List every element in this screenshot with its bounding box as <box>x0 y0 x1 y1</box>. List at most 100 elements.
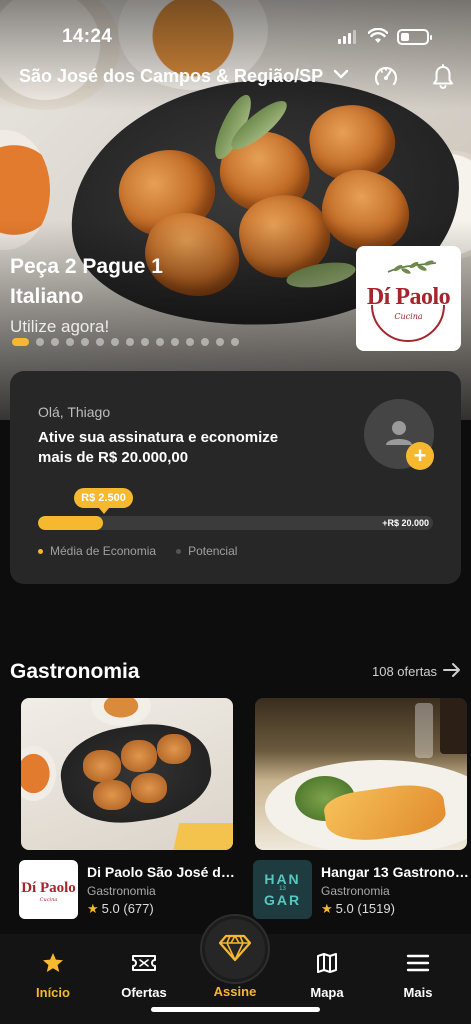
restaurant-logo[interactable]: Dí Paolo Cucina <box>356 246 461 351</box>
savings-max-label: +R$ 20.000 <box>382 518 429 528</box>
status-time: 14:24 <box>62 26 113 47</box>
greeting: Olá, Thiago <box>38 404 111 420</box>
savings-progress-bar: +R$ 20.000 <box>38 516 433 530</box>
subscription-card[interactable]: Olá, Thiago Ative sua assinatura e econo… <box>10 371 461 584</box>
nav-subscribe-button[interactable] <box>202 916 268 982</box>
carousel-pagination[interactable] <box>12 338 239 346</box>
nav-item-label: Mais <box>403 985 433 1000</box>
offer-review-count: (1519) <box>357 901 395 916</box>
legend-average: Média de Economia <box>38 544 156 558</box>
food-item <box>157 734 191 764</box>
carousel-dot[interactable] <box>231 338 239 346</box>
bell-icon[interactable] <box>432 64 454 90</box>
food-item <box>93 780 131 810</box>
map-icon <box>317 953 337 973</box>
carousel-dot[interactable] <box>81 338 89 346</box>
food-item <box>83 750 121 782</box>
side-plate <box>21 746 56 801</box>
nav-item-assine[interactable]: Assine <box>195 984 275 999</box>
offer-card[interactable]: HAN 13 GAR Hangar 13 Gastronomia Gastron… <box>253 698 471 919</box>
side-dish <box>172 823 233 850</box>
food-item <box>131 773 167 803</box>
add-photo-button[interactable]: + <box>406 442 434 470</box>
offer-title: Di Paolo São José dos Campos <box>87 864 237 880</box>
offer-photo[interactable] <box>21 698 233 850</box>
star-icon: ★ <box>321 901 333 916</box>
offer-title: Hangar 13 Gastronomia <box>321 864 471 880</box>
cellular-signal-icon <box>338 30 356 44</box>
carousel-dot[interactable] <box>216 338 224 346</box>
legend-potential: Potencial <box>176 544 237 558</box>
status-bar: 14:24 <box>0 26 471 50</box>
nav-item-label: Mapa <box>310 985 344 1000</box>
glass <box>415 703 433 758</box>
savings-message-line2: mais de R$ 20.000,00 <box>38 449 189 466</box>
promo-title: Peça 2 Pague 1 <box>10 255 163 278</box>
nav-item-inicio[interactable]: Início <box>13 951 93 1000</box>
offer-logo: HAN 13 GAR <box>253 860 312 919</box>
arrow-right-icon[interactable] <box>443 662 461 678</box>
offer-logo-text: Dí Paolo <box>21 880 76 896</box>
diamond-icon <box>219 934 251 962</box>
carousel-dot[interactable] <box>201 338 209 346</box>
carousel-dot[interactable] <box>36 338 44 346</box>
star-icon <box>43 953 63 972</box>
offer-logo-text-top: HAN <box>264 871 301 887</box>
offer-photo[interactable] <box>255 698 467 850</box>
carousel-dot[interactable] <box>186 338 194 346</box>
logo-ring <box>371 305 445 342</box>
offer-review-count: (677) <box>123 901 154 916</box>
savings-current-badge: R$ 2.500 <box>74 488 133 514</box>
nav-item-mais[interactable]: Mais <box>378 951 458 1000</box>
offer-card[interactable]: Dí Paolo Cucina Di Paolo São José dos Ca… <box>19 698 237 919</box>
offer-rating-value: 5.0 <box>335 901 354 916</box>
menu-icon <box>406 954 430 972</box>
nav-item-label: Assine <box>213 984 257 999</box>
savings-message-line1: Ative sua assinatura e economize <box>38 429 279 446</box>
battery-icon <box>397 29 432 45</box>
legend-average-label: Média de Economia <box>50 544 157 558</box>
nav-item-mapa[interactable]: Mapa <box>287 951 367 1000</box>
location-bar: São José dos Campos & Região/SP <box>0 62 471 90</box>
promo-cuisine: Italiano <box>10 285 84 308</box>
offer-rating: ★ 5.0 (677) <box>87 901 154 917</box>
offer-logo-sub: Cucina <box>39 897 58 903</box>
food-board <box>55 716 217 831</box>
carousel-dot[interactable] <box>156 338 164 346</box>
offer-category: Gastronomia <box>321 884 390 898</box>
see-all-offers-link[interactable]: 108 ofertas <box>372 664 437 679</box>
carousel-dot[interactable] <box>141 338 149 346</box>
carousel-dot[interactable] <box>111 338 119 346</box>
nav-item-label: Ofertas <box>121 985 167 1000</box>
carousel-dot[interactable] <box>66 338 74 346</box>
chevron-down-icon[interactable] <box>333 68 349 80</box>
carousel-dot-active[interactable] <box>12 338 29 346</box>
offer-logo-text-bottom: GAR <box>263 892 302 908</box>
home-indicator[interactable] <box>151 1007 320 1012</box>
carousel-dot[interactable] <box>51 338 59 346</box>
hero-top-gradient <box>0 0 471 110</box>
savings-legend: Média de Economia Potencial <box>38 544 237 558</box>
olive-branch-icon <box>387 260 437 274</box>
legend-potential-label: Potencial <box>188 544 238 558</box>
bottle <box>440 698 467 754</box>
food-item <box>121 740 157 772</box>
hero-promo-text[interactable]: Peça 2 Pague 1 Italiano Utilize agora! <box>10 252 163 337</box>
offer-rating-value: 5.0 <box>101 901 120 916</box>
savings-gauge-icon[interactable] <box>373 64 399 90</box>
location-selector[interactable]: São José dos Campos & Região/SP <box>19 66 323 87</box>
ticket-icon <box>132 955 156 971</box>
carousel-dot[interactable] <box>126 338 134 346</box>
offer-rating: ★ 5.0 (1519) <box>321 901 395 917</box>
carousel-dot[interactable] <box>171 338 179 346</box>
savings-progress-fill <box>38 516 104 530</box>
section-title: Gastronomia <box>10 660 140 683</box>
nav-item-label: Início <box>36 985 70 1000</box>
carousel-dot[interactable] <box>96 338 104 346</box>
offer-logo: Dí Paolo Cucina <box>19 860 78 919</box>
side-plate <box>91 698 151 726</box>
promo-cta[interactable]: Utilize agora! <box>10 317 163 337</box>
offer-category: Gastronomia <box>87 884 156 898</box>
wifi-icon <box>368 28 388 43</box>
nav-item-ofertas[interactable]: Ofertas <box>104 951 184 1000</box>
